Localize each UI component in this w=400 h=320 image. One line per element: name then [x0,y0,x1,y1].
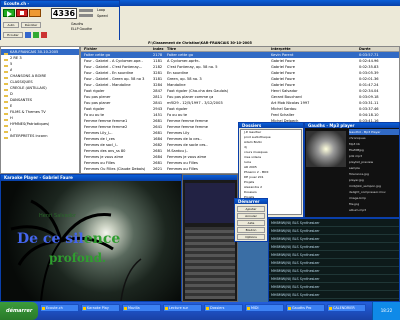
tree-list: KAR-FRANCAIS 30-10-2005 2 RE 3 5 A CHANSONS … [1,49,79,139]
taskbar-item[interactable]: Ecoute.ch [40,304,79,312]
lyric-line-2: profond. [49,251,107,265]
tree-item-label: CREOLE (ANTILLAIS) [10,86,47,90]
channel-list: MHBMW(NI) BLS Synthesizer MHBMW(NI) BLS S… [269,219,399,299]
channel-row[interactable]: MHBMW(NI) BLS Synthesizer [269,259,399,267]
folder-list: J.P. Gaultier prod audiotheque Adam Bodin d… [241,130,301,205]
channel-label: MHBMW(NI) BLS Synthesizer [271,253,320,257]
taskbar-item[interactable]: Karaoke Play [81,304,120,312]
channel-row[interactable]: MHBMW(NI) BLS Synthesizer [269,227,399,235]
taskbar: démarrer Ecoute.ch Karaoke Play Mozilla Lec… [0,302,400,320]
filelist-window: Gaudhs - Mp3 player Gaudhd - Mp3 Player c… [304,122,400,218]
start-button[interactable]: démarrer [0,302,38,320]
folder-tree[interactable]: KAR-FRANCAIS 30-10-2005 2 RE 3 5 A CHANSONS … [0,46,80,174]
waveform-window [182,174,238,302]
dialog-option-button[interactable]: Options [237,234,265,240]
channel-row[interactable]: MHBMW(NI) BLS Synthesizer [269,275,399,283]
taskbar-item[interactable]: Dossiers [204,304,243,312]
filelist-items[interactable]: Gaudhd - Mp3 Player chroniques Mp3 lib File… [349,129,399,217]
play-icon [7,11,12,17]
tree-item-label: HYMNES(Patriotiques) [10,122,50,126]
loop-label: Loop [97,8,106,12]
stats-line2: ELLP Gaudhe [71,27,92,31]
refresh-icon[interactable] [33,32,39,38]
channel-label: MHBMW(NI) BLS Synthesizer [271,221,320,225]
taskbar-item[interactable]: CALENDRIER [327,304,366,312]
channel-row[interactable]: MHBMW(NI) BLS Synthesizer [269,291,399,299]
dialog-option-button[interactable]: Annuler [237,213,265,219]
lyric-text-1: De ce silence [17,231,120,247]
lyric-sung: De ce sil [17,231,84,247]
main-titlebar [120,0,400,6]
dialog-buttons: Ajouter Annuler Aide Bouton Options [235,204,267,243]
volume-slider[interactable] [79,9,93,12]
waveform-display [185,183,235,223]
channel-row[interactable]: MHBMW(NI) BLS Synthesizer [269,235,399,243]
delete-icon[interactable] [41,32,47,38]
waveform-titlebar [183,175,237,180]
channel-row[interactable]: MHBMW(NI) BLS Synthesizer [269,243,399,251]
desktop: Ecoute.ch - 4336 Loop Speed Gaudhs ELLP … [0,0,400,320]
karaoke-artist: Henri Salvador [39,213,76,219]
decolle-button[interactable]: Décoller [21,22,41,28]
channel-label: MHBMW(NI) BLS Synthesizer [271,245,320,249]
ecouter-button[interactable]: Ecouter [3,32,23,38]
toolbar-area [120,0,400,42]
explorer-titlebar: Dossiers [239,123,303,128]
file-item[interactable]: album.mp3 [349,207,399,213]
tree-item[interactable]: INTERPRETES inconn [1,133,79,139]
karaoke-window: Karaoke Player - Gabriel Faure Henri Sal… [0,174,182,302]
channel-row[interactable]: MHBMW(NI) BLS Synthesizer [269,251,399,259]
record-button[interactable] [29,9,41,17]
karaoke-background: Henri Salvador De ce silence profond. [1,181,181,301]
track-list[interactable] [185,227,235,299]
channel-label: MHBMW(NI) BLS Synthesizer [271,269,320,273]
karaoke-title: Karaoke Player - Gabriel Faure [4,175,73,180]
dialog-window: Démarrer Ajouter Annuler Aide Bouton Options [234,198,268,242]
taskbar-item[interactable]: Lecture sur [163,304,202,312]
channel-label: MHBMW(NI) BLS Synthesizer [271,293,320,297]
cell-idx: 2621 [153,167,163,171]
channel-row[interactable]: MHBMW(NI) BLS Synthesizer [269,219,399,227]
thumbnail-image [306,131,346,167]
tree-item-label: INTERPRETES inconn [10,134,48,138]
stop-icon [20,11,24,15]
dialog-option-button[interactable]: Ajouter [237,206,265,212]
lyric-line-1: De ce silence [17,231,120,247]
lyric-unsung: ence [83,231,121,247]
clock: 18:22 [372,302,400,320]
dialog-option-button[interactable]: Bouton [237,227,265,233]
file-list: Gaudhd - Mp3 Player chroniques Mp3 lib File… [349,129,399,213]
speed-label: Speed [97,14,108,18]
channel-label: MHBMW(NI) BLS Synthesizer [271,277,320,281]
taskbar-item[interactable]: Gaudhs Pro [286,304,325,312]
channel-label: MHBMW(NI) BLS Synthesizer [271,229,320,233]
folder-icon [4,136,8,139]
taskbar-item[interactable]: Mozilla [122,304,161,312]
channel-label: MHBMW(NI) BLS Synthesizer [271,237,320,241]
player-title: Ecoute.ch - [4,1,30,6]
folder-icon[interactable] [25,32,31,38]
stop-button[interactable] [16,9,28,17]
channel-label: MHBMW(NI) BLS Synthesizer [271,285,320,289]
tree-item-label: DANSANTES [10,98,33,102]
dialog-option-button[interactable]: Aide [237,220,265,226]
taskbar-item[interactable]: MIDI [245,304,284,312]
auto-button[interactable]: Auto [3,22,19,28]
mixer-window: MHBMW(NI) BLS Synthesizer MHBMW(NI) BLS S… [268,218,400,302]
filelist-titlebar: Gaudhs - Mp3 player [305,123,399,128]
player-titlebar: Ecoute.ch - [1,1,119,7]
player-window: Ecoute.ch - 4336 Loop Speed Gaudhs ELLP … [0,0,120,42]
speed-slider[interactable] [79,14,93,17]
channel-row[interactable]: MHBMW(NI) BLS Synthesizer [269,267,399,275]
tree-item-label: FILMS & Themes TV [10,110,46,114]
time-display: 4336 [51,8,77,19]
stats-line1: Gaudhs [71,22,84,26]
channel-row[interactable]: MHBMW(NI) BLS Synthesizer [269,283,399,291]
play-button[interactable] [3,9,15,17]
cell-file: Femmes Ou Filles (Claude Debois) [84,167,146,171]
channel-label: MHBMW(NI) BLS Synthesizer [271,261,320,265]
